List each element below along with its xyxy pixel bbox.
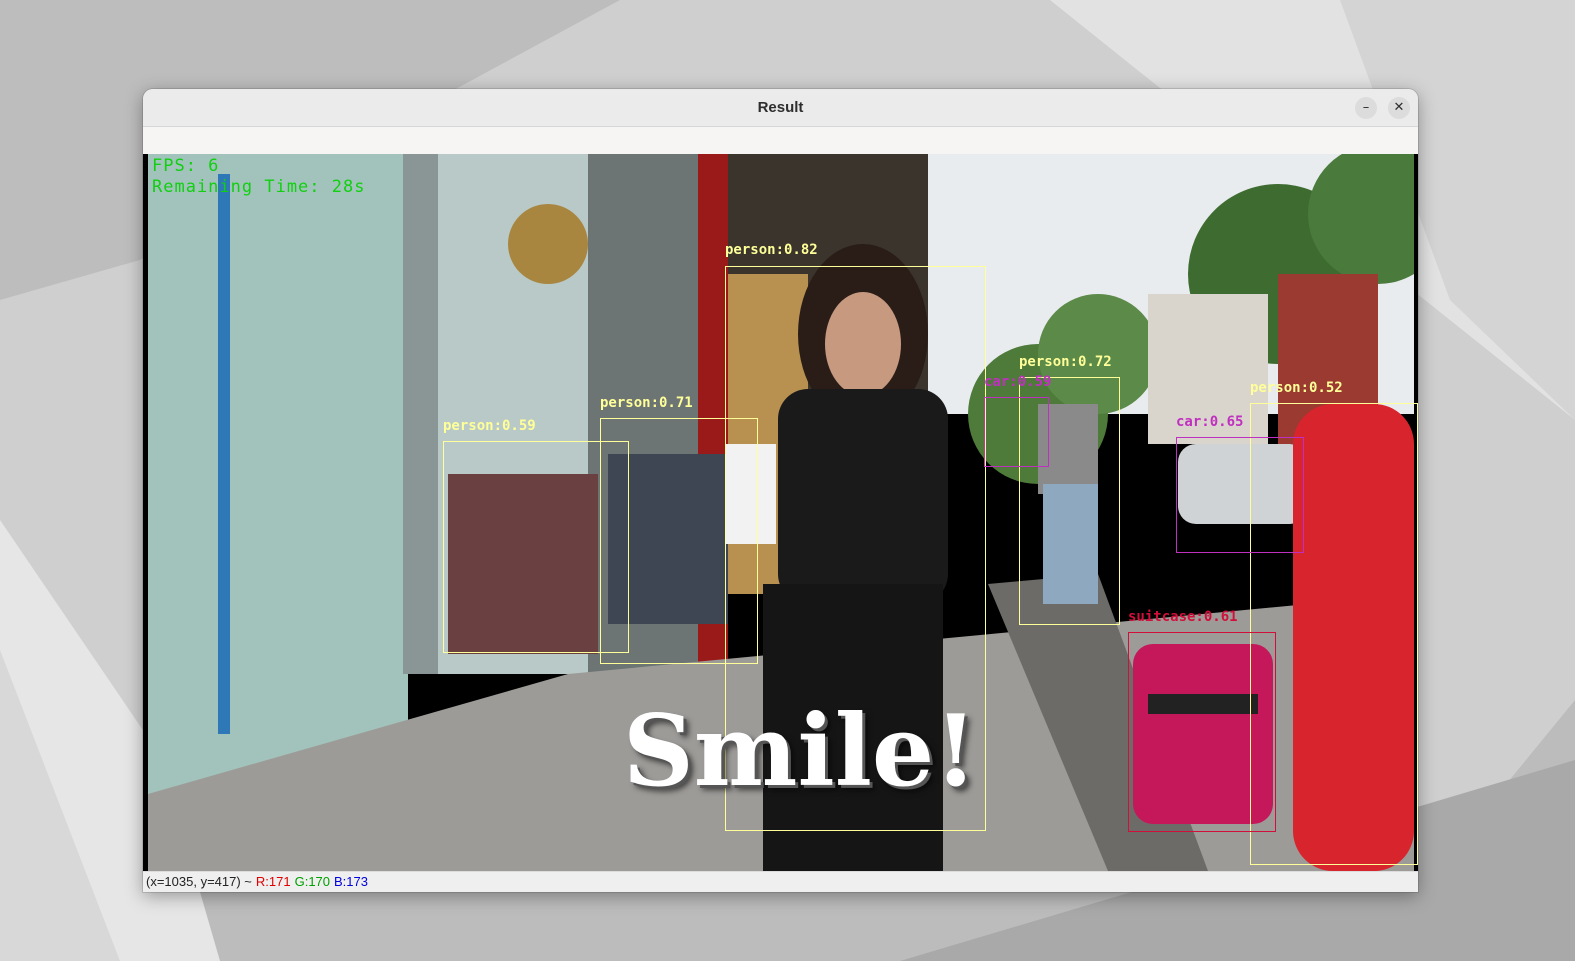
minimize-icon: –: [1362, 100, 1370, 115]
cursor-coordinates: (x=1035, y=417) ~: [146, 874, 252, 889]
title-bar[interactable]: Result – ✕: [143, 89, 1418, 127]
detection-label: car:0.65: [1176, 414, 1244, 430]
detection-label: person:0.72: [1019, 354, 1112, 370]
close-button[interactable]: ✕: [1388, 97, 1410, 119]
fps-readout: FPS: 6: [152, 156, 220, 176]
detection-label: car:0.59: [984, 374, 1052, 390]
pixel-green-value: G:170: [294, 874, 331, 889]
detection-label: person:0.82: [725, 242, 818, 258]
detection-box-car: [984, 397, 1049, 467]
remaining-time-readout: Remaining Time: 28s: [152, 177, 366, 197]
toolbar: [143, 127, 1418, 155]
status-bar: (x=1035, y=417) ~ R:171 G:170 B:173: [143, 871, 1418, 892]
detection-box-suitcase: [1128, 632, 1276, 832]
detection-box-person: [443, 441, 629, 653]
detection-label: person:0.71: [600, 395, 693, 411]
pixel-blue-value: B:173: [334, 874, 368, 889]
window-title: Result: [757, 99, 804, 116]
image-canvas[interactable]: FPS: 6 Remaining Time: 28s person:0.82 p…: [143, 154, 1418, 871]
pixel-red-value: R:171: [255, 874, 291, 889]
detection-box-car: [1176, 437, 1304, 553]
result-window: Result – ✕ FPS: 6 Remaining Time: 28s pe…: [143, 89, 1418, 892]
detection-label: person:0.52: [1250, 380, 1343, 396]
video-caption: Smile!: [623, 694, 978, 809]
detection-label: suitcase:0.61: [1128, 609, 1238, 625]
detection-label: person:0.59: [443, 418, 536, 434]
minimize-button[interactable]: –: [1355, 97, 1377, 119]
close-icon: ✕: [1393, 100, 1405, 115]
